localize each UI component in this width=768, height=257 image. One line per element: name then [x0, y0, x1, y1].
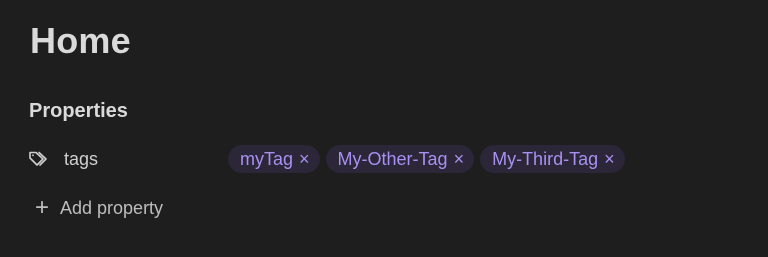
remove-tag-icon[interactable]: ×	[299, 150, 310, 168]
remove-tag-icon[interactable]: ×	[604, 150, 615, 168]
remove-tag-icon[interactable]: ×	[454, 150, 465, 168]
tag-label: My-Other-Tag	[337, 148, 448, 169]
property-row-tags: tags myTag × My-Other-Tag × My-Third-Tag…	[28, 144, 728, 174]
tags-value-list: myTag × My-Other-Tag × My-Third-Tag ×	[228, 145, 625, 173]
tag-pill[interactable]: My-Third-Tag ×	[480, 145, 625, 173]
tag-pill[interactable]: My-Other-Tag ×	[325, 145, 475, 173]
tag-label: myTag	[240, 148, 294, 169]
tags-icon	[28, 149, 52, 169]
add-property-button[interactable]: + Add property	[32, 194, 163, 222]
plus-icon: +	[34, 194, 49, 221]
tag-pill[interactable]: myTag ×	[228, 145, 320, 173]
add-property-label: Add property	[60, 197, 164, 218]
properties-heading[interactable]: Properties	[29, 98, 128, 124]
property-key-label: tags	[64, 148, 99, 169]
property-key-tags[interactable]: tags	[28, 144, 228, 174]
tag-label: My-Third-Tag	[492, 148, 599, 169]
page-title[interactable]: Home	[30, 17, 131, 65]
note-view: Home Properties tags myTag × My-Other-Ta…	[0, 0, 768, 257]
